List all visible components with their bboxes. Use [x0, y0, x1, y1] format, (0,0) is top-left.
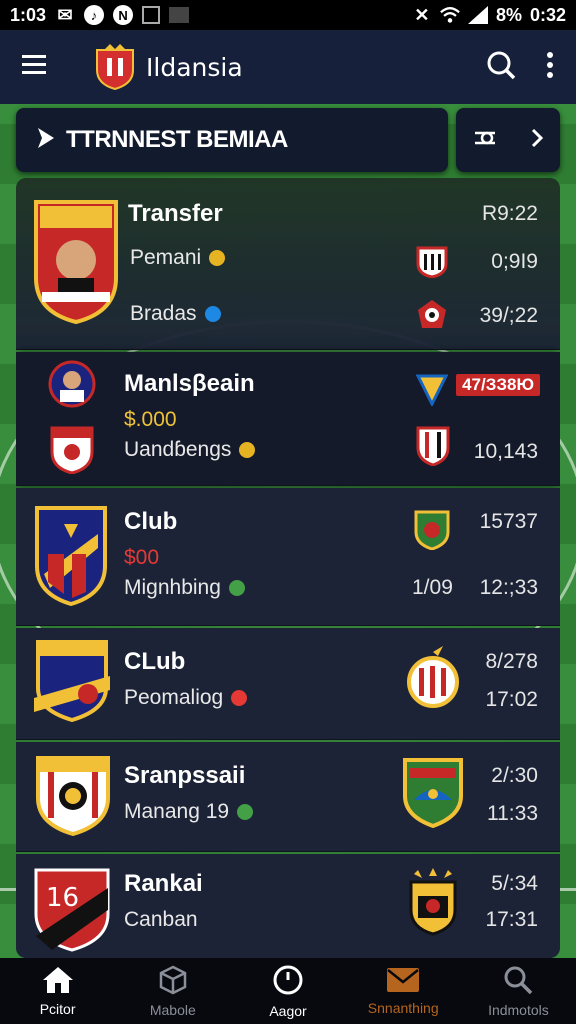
- player-crest: [30, 188, 122, 329]
- search-icon: [503, 965, 533, 998]
- team-badge-icon: [415, 372, 449, 411]
- transfer-list: Transfer Pemani Bradas R9:22 0;9I9 39/;2…: [16, 178, 560, 958]
- row-detail: Bradas: [130, 302, 221, 326]
- battery-level: 8%: [495, 4, 522, 25]
- club-logo: [94, 44, 136, 91]
- qr-icon: [142, 6, 161, 24]
- status-bar: 1:03 ✉ ♪ N ✕ 8% 0:32: [0, 0, 576, 30]
- list-item[interactable]: 16 Rankai Canban 5/:34 17:31: [16, 854, 560, 958]
- club-badge: [50, 424, 94, 479]
- music-icon: ♪: [84, 5, 105, 25]
- home-icon: [42, 966, 74, 997]
- gem-icon: [204, 306, 221, 323]
- row-name: Club: [124, 508, 178, 535]
- row-subtitle: Canban: [124, 908, 198, 931]
- row-value-2: 17:02: [485, 688, 538, 711]
- row-value-1: R9:22: [481, 202, 538, 225]
- price-change-badge: 47/ЗЗ8Ю: [456, 374, 540, 396]
- row-detail: Uandɓengs: [124, 438, 256, 462]
- row-value-3: 12:;33: [479, 576, 538, 599]
- row-value-1: 8/278: [485, 650, 538, 673]
- bottom-navigation: Pcitor Mabole Aagor Snnanthing Indmotols: [0, 958, 576, 1024]
- heart-icon: [231, 690, 248, 707]
- gem-icon: [228, 580, 245, 597]
- row-name: Manlsβeain: [124, 370, 255, 397]
- nav-item-mobile[interactable]: Mabole: [115, 958, 230, 1024]
- notification-icon: ✉: [57, 4, 73, 25]
- team-badge-icon: [416, 298, 448, 335]
- row-name: Rankai: [124, 870, 203, 897]
- row-value-1: 2/:30: [491, 764, 538, 787]
- coin-icon: [239, 442, 256, 459]
- team-badge-icon: [414, 508, 450, 555]
- gem-icon: [237, 804, 254, 821]
- nav-label: Pcitor: [39, 1000, 76, 1017]
- banner-actions: [456, 108, 560, 172]
- chevron-right-icon[interactable]: [530, 127, 544, 154]
- svg-text:16: 16: [46, 883, 79, 913]
- team-badge-icon: [408, 866, 458, 941]
- screenshot-icon: [169, 7, 190, 23]
- more-options-icon[interactable]: [546, 51, 554, 83]
- club-crest: [32, 638, 112, 727]
- nav-label: Snnanthing: [367, 999, 439, 1016]
- row-subtitle: Pemani: [130, 246, 226, 270]
- club-crest: [34, 752, 112, 841]
- filter-icon[interactable]: [473, 128, 497, 153]
- row-value-1: 15737: [479, 510, 538, 533]
- row-value-2: 17:31: [485, 908, 538, 931]
- app-title: Ildansia: [146, 52, 243, 82]
- clock-icon: [272, 964, 304, 999]
- list-item[interactable]: Transfer Pemani Bradas R9:22 0;9I9 39/;2…: [16, 178, 560, 350]
- nav-item-agenda[interactable]: Aagor: [230, 958, 345, 1024]
- club-crest: [34, 504, 108, 611]
- tournament-banner[interactable]: TTRNNEST BEMIAA: [16, 108, 448, 172]
- row-value-1: 5/:34: [491, 872, 538, 895]
- nav-item-home[interactable]: Pcitor: [0, 958, 115, 1024]
- club-crest: 16: [32, 866, 112, 957]
- wifi-icon: [440, 5, 460, 25]
- list-item[interactable]: CLub Peomaliog 8/278 17:02: [16, 628, 560, 740]
- row-price: $00: [124, 546, 160, 569]
- row-subtitle: Manang 19: [124, 800, 254, 824]
- row-detail: Mignhbing: [124, 576, 245, 600]
- search-icon[interactable]: [486, 50, 516, 85]
- row-name: CLub: [124, 648, 186, 675]
- team-badge-icon: [416, 424, 450, 471]
- row-value-3: 10,143: [473, 440, 538, 463]
- app-bar: Ildansia: [0, 30, 576, 104]
- player-badge: [48, 358, 96, 417]
- signal-icon: [467, 5, 488, 25]
- mute-icon: ✕: [414, 4, 430, 25]
- team-badge-icon: [416, 244, 448, 283]
- team-badge-icon: [402, 756, 464, 833]
- nav-item-messages[interactable]: Snnanthing: [346, 958, 461, 1024]
- list-item[interactable]: Sranpssaii Manang 19 2/:30 11:33: [16, 742, 560, 852]
- nav-label: Mabole: [149, 1001, 196, 1018]
- nav-label: Indmotols: [488, 1001, 549, 1018]
- banner-title: TTRNNEST BEMIAA: [66, 126, 288, 153]
- nav-label: Aagor: [269, 1002, 307, 1019]
- row-name: Transfer: [128, 200, 223, 227]
- play-icon: [34, 127, 56, 154]
- team-badge-icon: [406, 642, 460, 717]
- list-item[interactable]: Manlsβeain $.000 Uandɓengs 47/ЗЗ8Ю 10,14…: [16, 352, 560, 486]
- row-value-2: 11:33: [487, 802, 538, 825]
- row-price: $.000: [124, 408, 177, 431]
- list-item[interactable]: Club $00 Mignhbing 15737 1/09 12:;33: [16, 488, 560, 626]
- row-name: Sranpssaii: [124, 762, 246, 789]
- nav-item-search[interactable]: Indmotols: [461, 958, 576, 1024]
- status-time: 1:03: [10, 4, 47, 25]
- row-subtitle: Peomaliog: [124, 686, 248, 710]
- menu-icon[interactable]: [22, 54, 48, 81]
- row-value-3: 39/;22: [479, 304, 538, 327]
- row-value-2: 1/09: [412, 576, 453, 599]
- coin-icon: [209, 250, 226, 267]
- nfc-icon: N: [113, 5, 134, 25]
- status-clock: 0:32: [529, 4, 566, 25]
- row-value-2: 0;9I9: [491, 250, 538, 273]
- envelope-icon: [386, 967, 420, 996]
- cube-icon: [159, 965, 187, 998]
